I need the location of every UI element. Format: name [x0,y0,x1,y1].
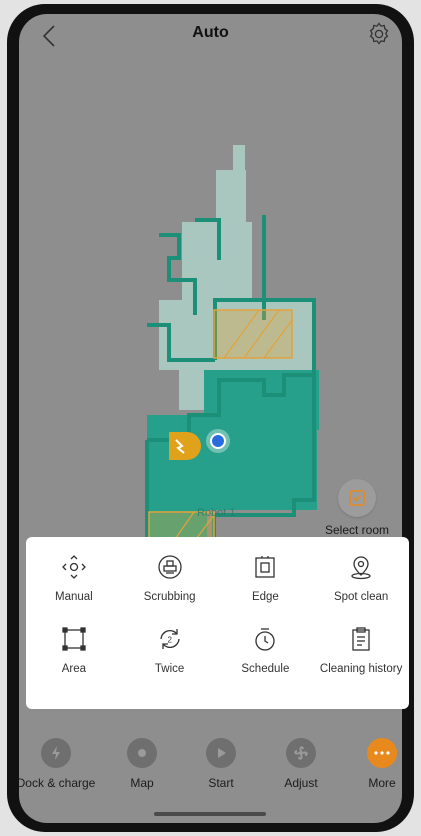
nav-label: Dock & charge [19,776,96,790]
nav-label: More [368,776,396,790]
home-indicator [154,812,266,816]
phone-frame: Auto Robot 1 Select room Dock & charge M… [7,4,414,832]
robot-name-label: Robot 1 [197,507,236,519]
nav-dock-charge[interactable]: Dock & charge [19,738,96,790]
tool-label: Cleaning history [319,663,403,675]
history-document-icon [345,623,377,655]
tool-label: Spot clean [333,591,389,603]
tool-label: Scrubbing [143,591,196,603]
bottom-nav: Dock & charge Map Start Adjust More [19,738,402,802]
svg-text:2: 2 [167,636,172,645]
settings-button[interactable] [364,19,394,49]
tool-label: Area [61,663,87,675]
tool-scrubbing[interactable]: Scrubbing [122,551,218,623]
nav-label: Map [130,776,154,790]
location-pin-icon [345,551,377,583]
fan-icon [286,738,316,768]
area-square-icon [58,623,90,655]
select-room-icon [338,479,376,517]
tool-label: Manual [55,591,93,603]
nav-adjust[interactable]: Adjust [261,738,341,790]
tool-manual[interactable]: Manual [26,551,122,623]
tool-edge[interactable]: Edge [218,551,314,623]
tool-schedule[interactable]: Schedule [218,623,314,695]
page-title: Auto [192,24,229,41]
mop-icon [154,551,186,583]
nav-start[interactable]: Start [181,738,261,790]
nav-label: Start [208,776,234,790]
tool-label: Schedule [241,663,290,675]
tool-label: Edge [251,591,279,603]
nav-label: Adjust [284,776,318,790]
tool-label: Twice [154,663,185,675]
repeat-twice-icon: 2 [154,623,186,655]
edge-icon [249,551,281,583]
gear-icon [369,22,389,45]
select-room-label: Select room [324,523,390,537]
tool-area[interactable]: Area [26,623,122,695]
tool-twice[interactable]: 2 Twice [122,623,218,695]
robot-position-icon [206,429,230,453]
timer-icon [249,623,281,655]
header: Auto [19,14,402,60]
tool-spot-clean[interactable]: Spot clean [313,551,409,623]
nav-more[interactable]: More [342,738,402,790]
nav-map[interactable]: Map [102,738,182,790]
charging-dock-icon [169,432,201,460]
play-icon [206,738,236,768]
more-options-panel: Manual Scrubbing Edge Spot clean Area 2 … [26,537,409,709]
dock-charge-icon [41,738,71,768]
select-room-button[interactable]: Select room [312,479,402,537]
more-dots-icon [367,738,397,768]
tool-cleaning-history[interactable]: Cleaning history [313,623,409,695]
map-pin-icon [127,738,157,768]
move-arrows-icon [58,551,90,583]
